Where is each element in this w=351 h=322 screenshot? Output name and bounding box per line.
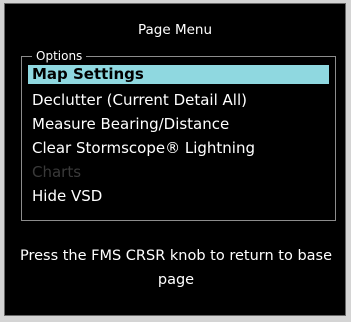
menu-item-hide-vsd[interactable]: Hide VSD (28, 184, 329, 208)
options-group: Options Map Settings Declutter (Current … (21, 48, 336, 221)
page-menu-title: Page Menu (137, 22, 213, 38)
display-bezel: Page Menu Options Map Settings Declutter… (0, 0, 351, 322)
menu-item-clear-stormscope-lightning[interactable]: Clear Stormscope® Lightning (28, 136, 329, 160)
return-instruction: Press the FMS CRSR knob to return to bas… (19, 248, 333, 288)
option-list: Map Settings Declutter (Current Detail A… (28, 65, 329, 208)
menu-item-declutter[interactable]: Declutter (Current Detail All) (28, 88, 329, 112)
menu-item-measure-bearing-distance[interactable]: Measure Bearing/Distance (28, 112, 329, 136)
page-menu-window: Page Menu Options Map Settings Declutter… (4, 3, 346, 316)
menu-item-map-settings[interactable]: Map Settings (28, 65, 329, 84)
menu-item-charts: Charts (32, 163, 82, 181)
options-legend: Options (32, 48, 87, 64)
